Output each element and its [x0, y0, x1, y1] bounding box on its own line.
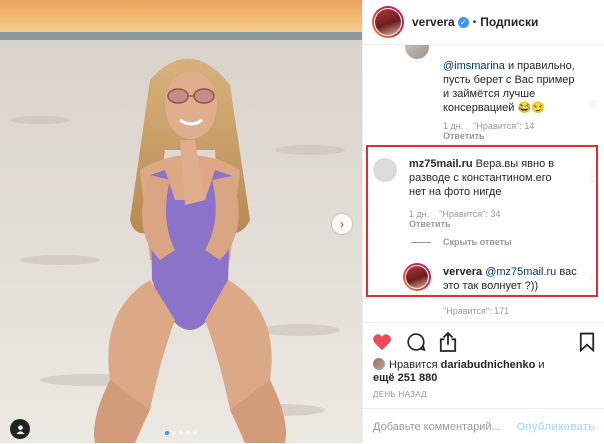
comment-line: нет на фото нигде	[409, 186, 502, 198]
liker-avatar[interactable]	[373, 358, 385, 370]
post-photo[interactable]: ›	[0, 0, 362, 443]
comment-likes[interactable]: "Нравится": 34	[439, 209, 500, 219]
comment-like-icon[interactable]: ♡	[589, 174, 597, 185]
comment-line: mz75mail.ru Вера.вы явно в	[409, 158, 555, 170]
comment-meta: 1 дн. "Нравится": 14 Ответить	[443, 121, 544, 141]
post-header: ververa ✓ • Подписки	[363, 0, 604, 45]
divider-line	[411, 242, 431, 243]
comment-likes[interactable]: "Нравится": 14	[473, 121, 534, 131]
mention-link[interactable]: @imsmarina	[443, 60, 505, 72]
carousel-dot	[165, 431, 169, 435]
following-button[interactable]: Подписки	[480, 15, 538, 29]
commenter-avatar[interactable]	[373, 158, 397, 182]
comment-meta: 1 дн. "Нравится": 34 Ответить	[409, 209, 510, 229]
comment-text: ververa @mz75mail.ru вас это так волнует…	[443, 265, 588, 293]
publish-button[interactable]: Опубликовать	[516, 421, 595, 433]
comment-like-icon[interactable]: ♡	[589, 99, 597, 110]
comment-input[interactable]: Добавьте комментарий...	[373, 421, 516, 433]
hide-replies-button[interactable]: Скрыть ответы	[443, 237, 512, 247]
verified-icon: ✓	[457, 16, 469, 28]
likes-count-link[interactable]: ещё 251 880	[373, 372, 437, 384]
add-comment-bar: Добавьте комментарий... Опубликовать	[363, 408, 604, 444]
carousel-dot	[172, 431, 176, 435]
bookmark-icon[interactable]	[576, 331, 598, 353]
author-avatar[interactable]	[372, 6, 404, 38]
mention-link[interactable]: @mz75mail.ru	[485, 266, 556, 278]
comment-text: mz75mail.ru Вера.вы явно в разводе с кон…	[409, 157, 589, 199]
beach-photo	[0, 0, 362, 443]
comment-line: @imsmarina и правильно,	[443, 60, 575, 72]
comment-like-icon[interactable]: ♡	[589, 274, 597, 285]
commenter-username[interactable]: mz75mail.ru	[409, 158, 473, 170]
post-date[interactable]: ДЕНЬ НАЗАД	[373, 390, 427, 399]
likes-and: и	[538, 359, 545, 371]
reply-button[interactable]: Ответить	[443, 131, 544, 141]
heart-icon[interactable]	[371, 331, 393, 353]
comment-likes[interactable]: "Нравится": 171	[443, 306, 509, 316]
author-username[interactable]: ververa	[412, 15, 455, 29]
reply-button[interactable]: Ответить	[409, 219, 510, 229]
comments-list[interactable]: @imsmarina и правильно, пусть берет с Ва…	[363, 45, 604, 322]
carousel-dot	[179, 431, 183, 435]
comment-meta: "Нравится": 171	[443, 306, 519, 316]
comment-line: разводе с константином.его	[409, 172, 552, 184]
share-icon[interactable]	[437, 331, 459, 353]
commenter-username[interactable]: ververa	[443, 266, 482, 278]
comment-icon[interactable]	[405, 331, 427, 353]
chevron-right-icon: ›	[340, 217, 344, 231]
comment-line: консервацией 😂😏	[443, 102, 545, 114]
comment-line: пусть берет с Вас пример	[443, 74, 575, 86]
reply-avatar[interactable]	[405, 45, 429, 59]
reply-author-avatar[interactable]	[403, 263, 431, 291]
carousel-dot	[193, 431, 197, 435]
comment-time[interactable]: 1 дн.	[443, 121, 463, 131]
comment-line: ververa @mz75mail.ru вас	[443, 266, 577, 278]
header-separator: •	[472, 16, 477, 28]
post-sidebar: ververa ✓ • Подписки @imsmarina и правил…	[362, 0, 604, 443]
carousel-dots	[165, 431, 197, 435]
user-tag-icon[interactable]	[10, 419, 30, 439]
comment-line: и займётся лучше	[443, 88, 536, 100]
next-photo-button[interactable]: ›	[332, 214, 352, 234]
liker-username[interactable]: dariabudnichenko	[441, 359, 536, 371]
post-actions	[363, 322, 604, 359]
likes-summary: Нравится dariabudnichenko и ещё 251 880	[373, 358, 545, 385]
comment-time[interactable]: 1 дн.	[409, 209, 429, 219]
carousel-dot	[186, 431, 190, 435]
likes-prefix: Нравится	[389, 359, 438, 371]
comment-line: это так волнует ?))	[443, 280, 539, 292]
comment-text: @imsmarina и правильно, пусть берет с Ва…	[443, 59, 593, 115]
